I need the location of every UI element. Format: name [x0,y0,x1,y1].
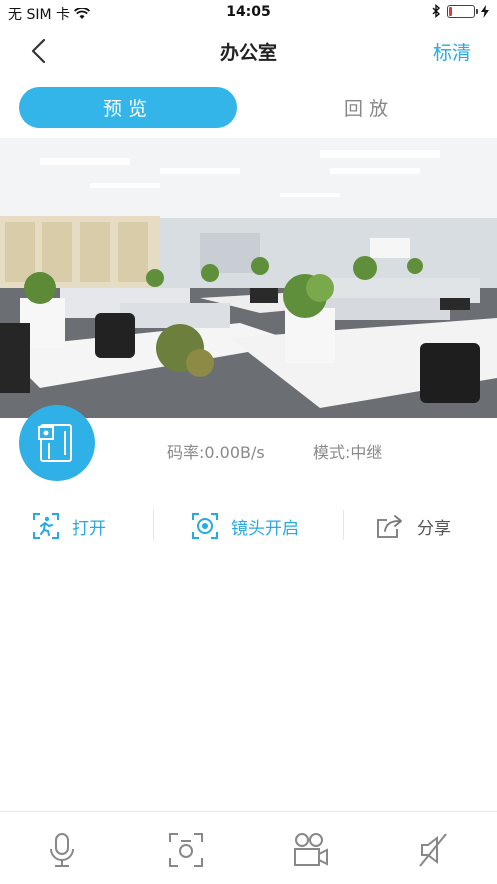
record-video-icon[interactable] [290,830,330,870]
lens-on-label: 镜头开启 [231,518,299,539]
office-camera-image [0,138,497,418]
mode-label: 模式:中继 [313,443,383,462]
share-label: 分享 [417,518,451,539]
action-divider [343,510,344,540]
mute-icon[interactable] [414,830,454,870]
open-door-button[interactable]: 打开 [32,512,106,540]
bitrate-label: 码率:0.00B/s [167,443,265,462]
open-door-label: 打开 [72,518,106,539]
lens-icon [192,513,218,539]
status-bar: 无 SIM 卡 14:05 [0,0,497,26]
camera-device-button[interactable] [19,405,95,481]
clock: 14:05 [226,4,271,20]
lens-on-button[interactable]: 镜头开启 [191,512,299,540]
nav-bar: 办公室 标清 [0,26,497,76]
tab-preview[interactable]: 预览 [19,87,237,128]
action-divider [153,510,154,540]
video-preview[interactable] [0,138,497,418]
camera-device-icon [38,424,72,462]
status-right [432,4,489,18]
microphone-icon[interactable] [42,830,82,870]
bottom-toolbar [0,811,497,884]
tab-playback[interactable]: 回放 [260,87,478,128]
charging-icon [481,4,489,18]
share-button[interactable]: 分享 [375,512,451,540]
screenshot-icon[interactable] [166,830,206,870]
battery-icon [447,4,478,18]
quality-button[interactable]: 标清 [433,38,471,65]
door-open-icon [33,513,59,539]
page-title: 办公室 [219,42,277,64]
share-icon [377,515,402,538]
bluetooth-icon [432,4,441,18]
